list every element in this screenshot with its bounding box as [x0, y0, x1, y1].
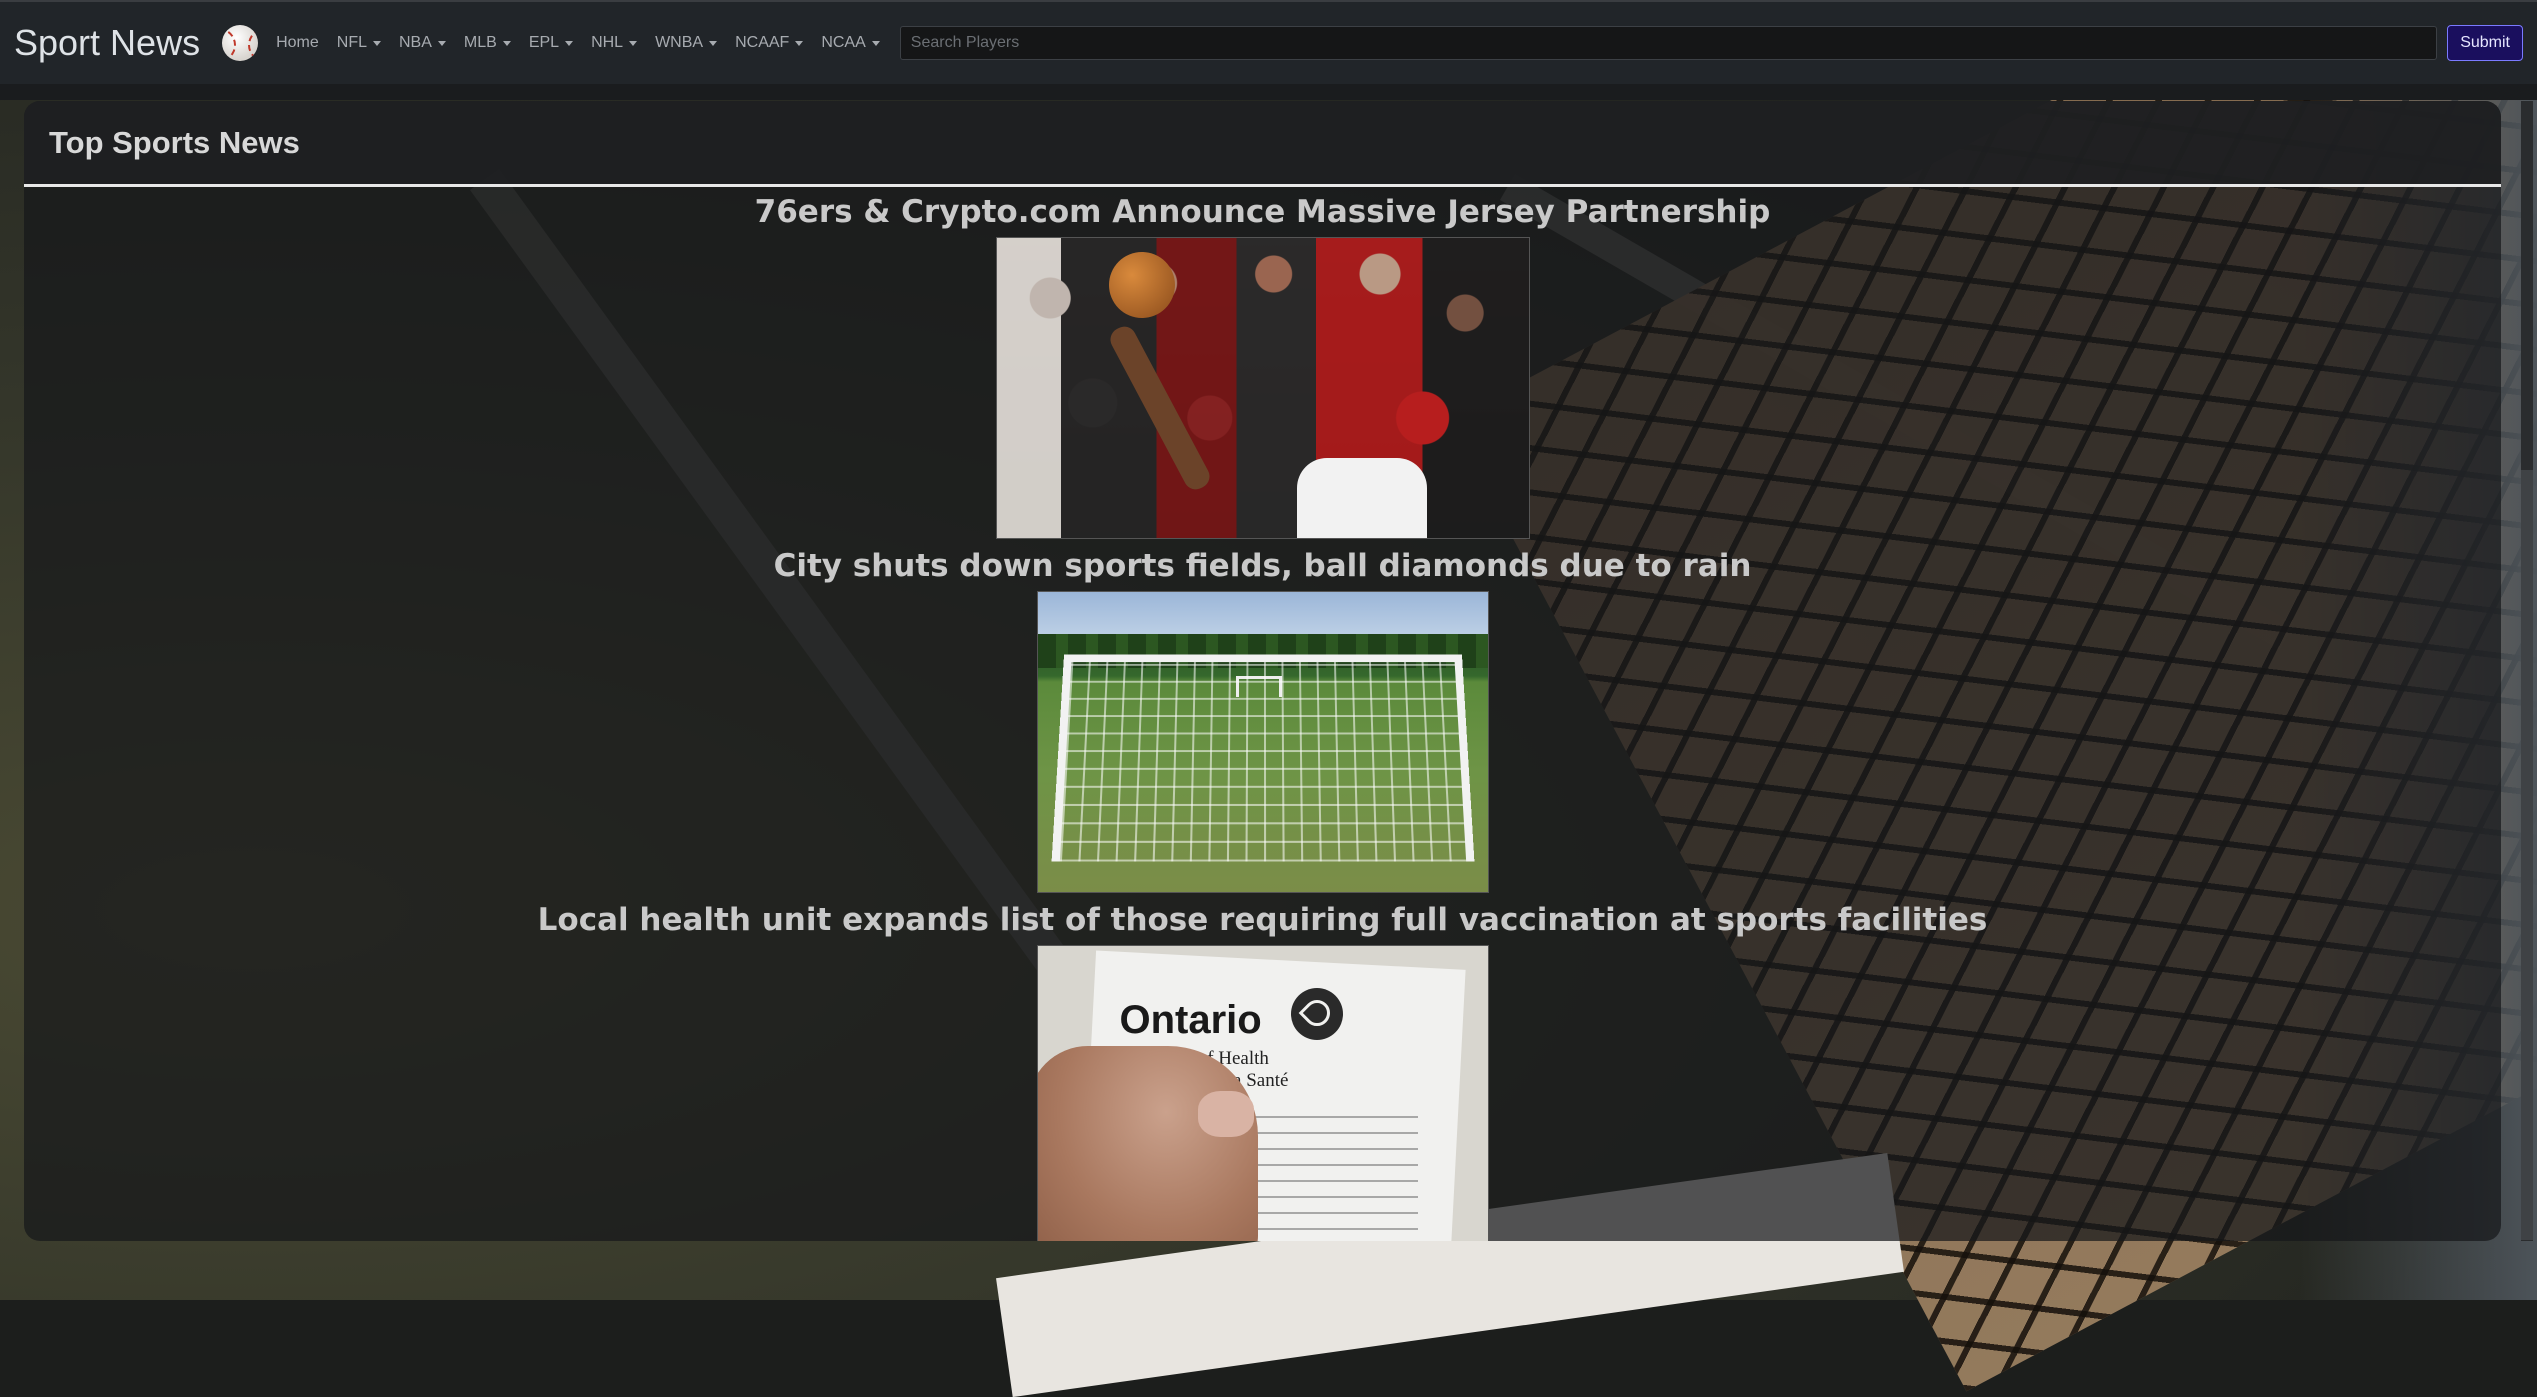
- article-headline[interactable]: City shuts down sports fields, ball diam…: [774, 547, 1752, 585]
- brand-title[interactable]: Sport News: [14, 22, 200, 64]
- article-image-soccer-goal[interactable]: [1037, 591, 1489, 893]
- article-image-basketball[interactable]: [996, 237, 1530, 539]
- nav-label: WNBA: [655, 34, 703, 52]
- nav-label: NBA: [399, 34, 432, 52]
- caret-down-icon: [565, 41, 573, 46]
- nav-label: NHL: [591, 34, 623, 52]
- nav-ncaa-dropdown[interactable]: NCAA: [821, 34, 879, 52]
- caret-down-icon: [709, 41, 717, 46]
- article-image-vaccine-receipt[interactable]: Ontario Ministry of Health Ministère de …: [1037, 945, 1489, 1241]
- caret-down-icon: [438, 41, 446, 46]
- nav-label: Home: [276, 34, 319, 52]
- article-headline[interactable]: 76ers & Crypto.com Announce Massive Jers…: [755, 193, 1771, 231]
- nav-label: EPL: [529, 34, 559, 52]
- submit-button[interactable]: Submit: [2447, 25, 2523, 61]
- nav-label: MLB: [464, 34, 497, 52]
- nav-label: NCAAF: [735, 34, 789, 52]
- nav-epl-dropdown[interactable]: EPL: [529, 34, 573, 52]
- soccer-goal: [1051, 655, 1474, 862]
- receipt-ontario-text: Ontario: [1120, 998, 1262, 1043]
- nav-ncaaf-dropdown[interactable]: NCAAF: [735, 34, 803, 52]
- nav-wnba-dropdown[interactable]: WNBA: [655, 34, 717, 52]
- scrollbar-thumb[interactable]: [2521, 470, 2533, 1240]
- caret-down-icon: [795, 41, 803, 46]
- trillium-logo-icon: [1291, 988, 1343, 1040]
- navbar: Sport News Home NFL NBA MLB EPL NHL WNBA…: [0, 0, 2537, 84]
- nav-mlb-dropdown[interactable]: MLB: [464, 34, 511, 52]
- nav-nhl-dropdown[interactable]: NHL: [591, 34, 637, 52]
- basketball: [1109, 252, 1175, 318]
- caret-down-icon: [503, 41, 511, 46]
- news-card: Top Sports News 76ers & Crypto.com Annou…: [24, 101, 2501, 1241]
- article-list: 76ers & Crypto.com Announce Massive Jers…: [24, 187, 2501, 1241]
- card-header: Top Sports News: [24, 101, 2501, 187]
- hand-thumb: [1037, 1046, 1258, 1241]
- article-headline[interactable]: Local health unit expands list of those …: [538, 901, 1988, 939]
- baseball-icon: [222, 25, 258, 61]
- search-players-input[interactable]: [900, 26, 2437, 60]
- nav-label: NFL: [337, 34, 367, 52]
- caret-down-icon: [629, 41, 637, 46]
- nav-nfl-dropdown[interactable]: NFL: [337, 34, 381, 52]
- page-title: Top Sports News: [49, 125, 300, 161]
- caret-down-icon: [872, 41, 880, 46]
- nav-nba-dropdown[interactable]: NBA: [399, 34, 446, 52]
- navbar-shadow: [0, 84, 2537, 100]
- caret-down-icon: [373, 41, 381, 46]
- nav-label: NCAA: [821, 34, 865, 52]
- nav-home[interactable]: Home: [276, 34, 319, 52]
- player-jersey: [1297, 458, 1427, 538]
- thumbnail: [1198, 1091, 1254, 1137]
- crowd: [997, 238, 1529, 538]
